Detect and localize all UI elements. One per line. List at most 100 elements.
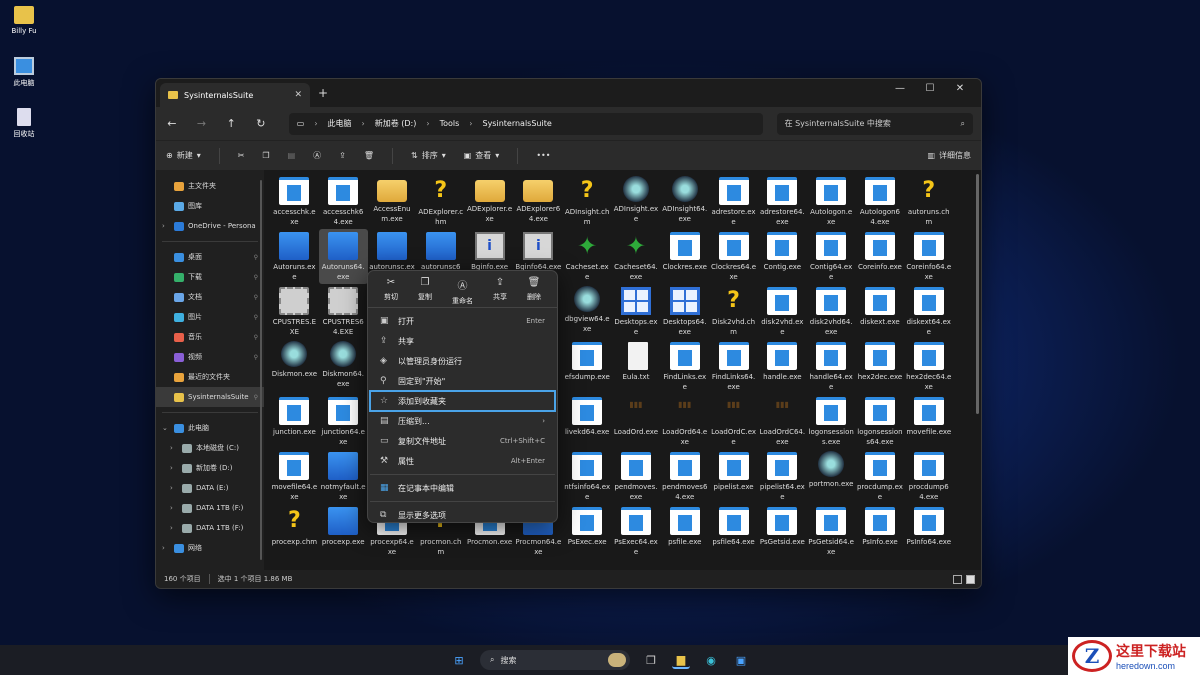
- copy-icon[interactable]: ❐: [262, 151, 269, 160]
- sidebar-item[interactable]: ⌄ 此电脑: [156, 418, 264, 438]
- sort-button[interactable]: ⇅ 排序 ▾: [411, 150, 446, 161]
- file-item[interactable]: pendmoves64.exe: [660, 449, 709, 504]
- forward-icon[interactable]: →: [194, 117, 210, 130]
- file-item[interactable]: diskext64.exe: [904, 284, 953, 339]
- file-item[interactable]: ✦ Cacheset64.exe: [612, 229, 661, 284]
- details-button[interactable]: ▥ 详细信息: [927, 150, 971, 161]
- chevron-right-icon[interactable]: ›: [162, 544, 170, 552]
- file-item[interactable]: pipelist64.exe: [758, 449, 807, 504]
- menu-item-properties[interactable]: ⚒ 属性 Alt+Enter: [370, 451, 555, 471]
- file-item[interactable]: PsExec.exe: [563, 504, 612, 559]
- search-input[interactable]: 在 SysinternalsSuite 中搜索 ⌕: [776, 112, 973, 135]
- more-options-button[interactable]: •••: [536, 151, 550, 160]
- file-item[interactable]: Coreinfo64.exe: [904, 229, 953, 284]
- menu-item-run-as-admin[interactable]: ◈ 以管理员身份运行: [370, 351, 555, 371]
- store-icon[interactable]: ▣: [732, 651, 750, 669]
- file-item[interactable]: livekd64.exe: [563, 394, 612, 449]
- sidebar-item[interactable]: 下载 ⚲: [156, 267, 264, 287]
- content-scrollbar[interactable]: [976, 174, 979, 414]
- file-item[interactable]: Autoruns64.exe: [318, 229, 368, 284]
- menu-rename-button[interactable]: Ⓐ 重命名: [452, 277, 473, 305]
- new-button[interactable]: ⊕ 新建 ▾: [166, 150, 201, 161]
- chevron-right-icon[interactable]: ›: [170, 444, 178, 452]
- breadcrumb-sysinternalssuite[interactable]: SysinternalsSuite: [482, 119, 551, 128]
- file-item[interactable]: Autologon64.exe: [856, 174, 905, 229]
- menu-item-pin-to-start[interactable]: ⚲ 固定到"开始": [370, 371, 555, 391]
- sidebar-item[interactable]: 桌面 ⚲: [156, 247, 264, 267]
- address-field[interactable]: ▭ › 此电脑 › 新加卷 (D:) › Tools › Sysinternal…: [288, 112, 763, 135]
- sidebar-item[interactable]: 图片 ⚲: [156, 307, 264, 327]
- close-button[interactable]: ✕: [945, 83, 975, 94]
- file-item[interactable]: ? autoruns.chm: [904, 174, 953, 229]
- task-view-icon[interactable]: ❐: [642, 651, 660, 669]
- file-item[interactable]: ? Disk2vhd.chm: [709, 284, 758, 339]
- file-item[interactable]: handle.exe: [758, 339, 807, 394]
- file-item[interactable]: PsInfo64.exe: [904, 504, 953, 559]
- breadcrumb-this-pc[interactable]: 此电脑: [328, 118, 352, 129]
- menu-item-share[interactable]: ⇪ 共享: [370, 331, 555, 351]
- breadcrumb-tools[interactable]: Tools: [440, 119, 460, 128]
- file-item[interactable]: accesschk64.exe: [319, 174, 368, 229]
- sidebar-item[interactable]: › 新加卷 (D:): [156, 458, 264, 478]
- file-item[interactable]: ▮▮▮ LoadOrd64.exe: [660, 394, 709, 449]
- file-item[interactable]: pipelist.exe: [709, 449, 758, 504]
- sidebar-item[interactable]: › DATA 1TB (F:): [156, 498, 264, 518]
- file-item[interactable]: procdump.exe: [856, 449, 905, 504]
- sidebar-item[interactable]: 文档 ⚲: [156, 287, 264, 307]
- file-item[interactable]: ▮▮▮ LoadOrd.exe: [612, 394, 661, 449]
- file-item[interactable]: psfile.exe: [660, 504, 709, 559]
- menu-delete-button[interactable]: 🗑 删除: [527, 277, 541, 303]
- menu-item-copy-path[interactable]: ▭ 复制文件地址 Ctrl+Shift+C: [370, 431, 555, 451]
- file-item[interactable]: CPUSTRES64.EXE: [319, 284, 368, 339]
- close-tab-icon[interactable]: ✕: [294, 90, 302, 100]
- file-item[interactable]: logonsessions64.exe: [856, 394, 905, 449]
- sidebar-item[interactable]: › DATA 1TB (F:): [156, 518, 264, 538]
- chevron-right-icon[interactable]: ›: [170, 464, 178, 472]
- sidebar-item[interactable]: SysinternalsSuite ⚲: [156, 387, 264, 407]
- file-item[interactable]: movefile64.exe: [270, 449, 319, 504]
- file-item[interactable]: ADExplorer64.exe: [514, 174, 563, 229]
- file-item[interactable]: hex2dec.exe: [856, 339, 905, 394]
- menu-item-edit-in-notepad[interactable]: ▦ 在记事本中编辑: [370, 478, 555, 498]
- file-item[interactable]: handle64.exe: [807, 339, 856, 394]
- file-item[interactable]: Coreinfo.exe: [856, 229, 905, 284]
- minimize-button[interactable]: —: [885, 83, 915, 94]
- file-item[interactable]: FindLinks.exe: [660, 339, 709, 394]
- breadcrumb-drive-d[interactable]: 新加卷 (D:): [375, 118, 417, 129]
- refresh-icon[interactable]: ↻: [253, 117, 269, 130]
- file-item[interactable]: junction64.exe: [319, 394, 368, 449]
- desktop-icon-user-folder[interactable]: Billy Fu: [4, 6, 44, 35]
- file-item[interactable]: diskext.exe: [856, 284, 905, 339]
- sidebar-item[interactable]: › OneDrive - Persona: [156, 216, 264, 236]
- paste-icon[interactable]: ▤: [288, 151, 296, 160]
- file-item[interactable]: pendmoves.exe: [612, 449, 661, 504]
- file-item[interactable]: ? procexp.chm: [270, 504, 319, 559]
- file-item[interactable]: junction.exe: [270, 394, 319, 449]
- file-item[interactable]: disk2vhd.exe: [758, 284, 807, 339]
- tab-sysinternalssuite[interactable]: SysinternalsSuite ✕: [160, 83, 310, 107]
- file-item[interactable]: FindLinks64.exe: [709, 339, 758, 394]
- file-item[interactable]: ADInsight.exe: [612, 174, 661, 229]
- delete-icon[interactable]: 🗑: [364, 151, 374, 160]
- file-item[interactable]: ✦ Cacheset.exe: [563, 229, 612, 284]
- share-icon[interactable]: ⇪: [339, 151, 346, 160]
- sidebar-item[interactable]: 最近的文件夹: [156, 367, 264, 387]
- desktop-icon-recycle-bin[interactable]: 回收站: [4, 108, 44, 139]
- file-item[interactable]: ADInsight64.exe: [660, 174, 709, 229]
- cut-icon[interactable]: ✂: [238, 151, 245, 160]
- file-item[interactable]: psfile64.exe: [709, 504, 758, 559]
- file-item[interactable]: Autologon.exe: [807, 174, 856, 229]
- sidebar-item[interactable]: › DATA (E:): [156, 478, 264, 498]
- file-item[interactable]: PsGetsid.exe: [758, 504, 807, 559]
- menu-share-button[interactable]: ⇪ 共享: [493, 277, 507, 303]
- file-item[interactable]: ▮▮▮ LoadOrdC.exe: [709, 394, 758, 449]
- view-button[interactable]: ▣ 查看 ▾: [464, 150, 500, 161]
- menu-item-add-to-favorites[interactable]: ☆ 添加到收藏夹: [369, 390, 556, 412]
- file-item[interactable]: procexp.exe: [319, 504, 368, 559]
- rename-icon[interactable]: Ⓐ: [313, 150, 321, 161]
- menu-item-show-more-options[interactable]: ⧉ 显示更多选项: [370, 505, 555, 525]
- file-item[interactable]: Contig64.exe: [807, 229, 856, 284]
- file-item[interactable]: Desktops64.exe: [660, 284, 709, 339]
- menu-copy-button[interactable]: ❐ 复制: [418, 277, 432, 303]
- file-item[interactable]: Eula.txt: [612, 339, 661, 394]
